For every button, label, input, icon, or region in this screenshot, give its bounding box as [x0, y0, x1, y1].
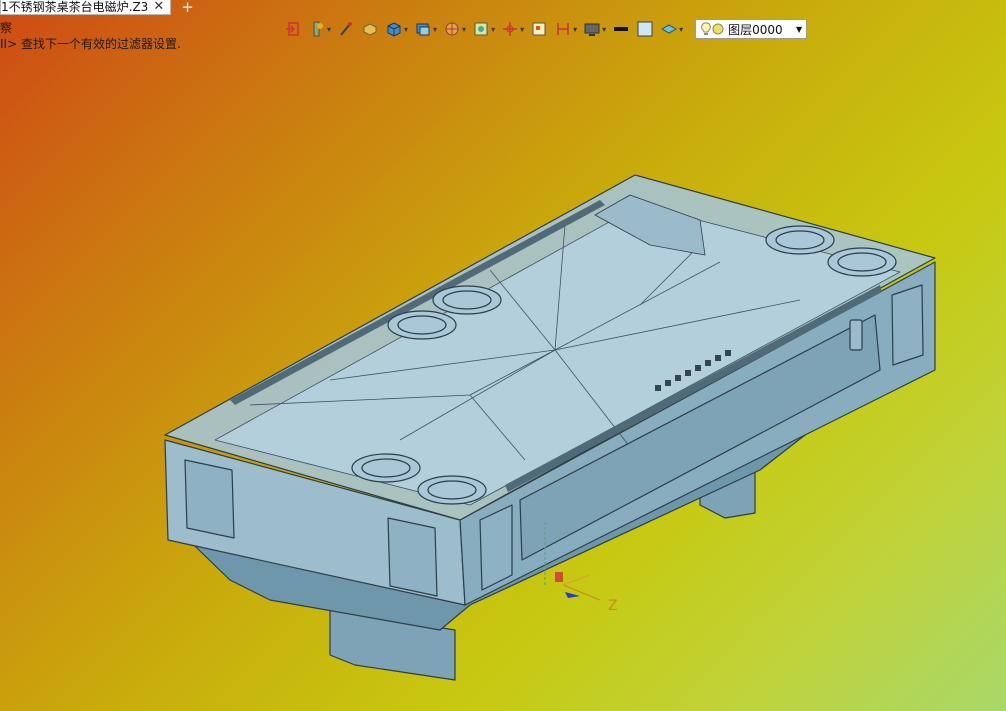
front-right-panel — [387, 517, 438, 597]
document-tab-strip: 1不锈钢茶桌茶台电磁炉.Z3 ✕ + — [0, 0, 194, 15]
new-tab-icon[interactable]: + — [181, 0, 194, 15]
layer-selector-value: 图层0000 — [728, 22, 783, 37]
cube-icon[interactable]: ▾ — [385, 20, 408, 38]
side-panel-right — [891, 284, 924, 366]
pipe-icon[interactable]: ▾ — [308, 20, 331, 38]
wireframe-icon[interactable]: ▾ — [443, 20, 466, 38]
command-output-line-2: II> 查找下一个有效的过滤器设置. — [0, 37, 181, 51]
front-left-panel — [184, 459, 235, 539]
command-output: 察 II> 查找下一个有效的过滤器设置. — [0, 20, 181, 52]
shaded-view-icon[interactable]: ▾ — [414, 20, 437, 38]
line-color-icon[interactable] — [612, 20, 630, 38]
align-icon[interactable]: ▾ — [554, 20, 577, 38]
model-canvas[interactable]: Z — [0, 0, 1006, 711]
display-icon[interactable]: ▾ — [583, 20, 606, 38]
side-port — [849, 319, 863, 351]
layer-view-icon[interactable]: ▾ — [660, 20, 683, 38]
induction-tea-table-model[interactable] — [164, 174, 936, 681]
3d-viewport[interactable]: Z — [0, 0, 1006, 711]
side-panel-left — [479, 504, 513, 591]
document-tab[interactable]: 1不锈钢茶桌茶台电磁炉.Z3 ✕ — [0, 0, 172, 15]
exit-icon[interactable] — [284, 20, 302, 38]
fill-icon[interactable] — [636, 20, 654, 38]
triad-x-axis — [562, 574, 591, 586]
chevron-down-icon: ▼ — [795, 24, 803, 34]
filter-icon[interactable]: ▾ — [472, 20, 495, 38]
triad-origin — [555, 572, 563, 582]
layer-color-icon — [712, 23, 724, 35]
brush-icon[interactable] — [337, 20, 355, 38]
triad-z-label: Z — [608, 598, 618, 614]
lightbulb-icon — [701, 22, 711, 35]
close-tab-icon[interactable]: ✕ — [153, 0, 164, 14]
document-tab-title: 1不锈钢茶桌茶台电磁炉.Z3 — [1, 0, 149, 14]
snap-icon[interactable]: ▾ — [501, 20, 524, 38]
command-output-line-1: 察 — [0, 21, 13, 35]
view-toolbar: ▾ ▾ ▾ ▾ ▾ ▾ ▾ ▾ ▾ 图层0000 ▼ — [284, 17, 808, 41]
grid-icon[interactable] — [530, 20, 548, 38]
layer-selector[interactable]: 图层0000 ▼ — [695, 19, 808, 39]
triad-arrow-icon — [565, 592, 580, 598]
block-icon[interactable] — [361, 20, 379, 38]
